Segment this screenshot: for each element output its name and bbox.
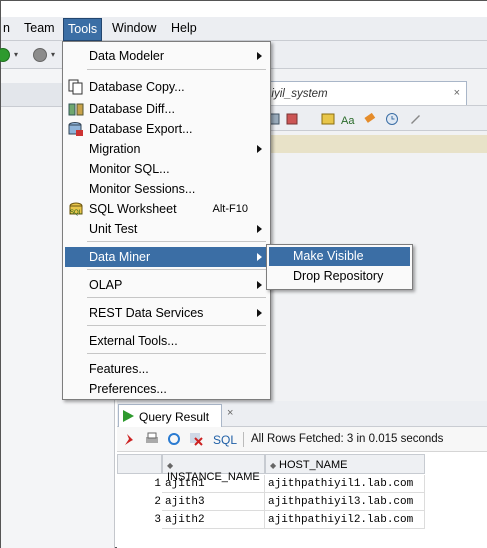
menu-team[interactable]: Team [24, 21, 55, 35]
cell-instance-name[interactable]: ajith3 [162, 493, 265, 511]
close-tab-icon[interactable]: × [454, 87, 460, 99]
database-copy-icon [68, 79, 83, 95]
row-number: 3 [154, 514, 161, 526]
sort-icon: ◆ [167, 461, 174, 470]
query-result-tab-label: Query Result [139, 410, 210, 424]
menu-help[interactable]: Help [171, 21, 197, 35]
table-row[interactable]: 1 ajith1 ajithpathiyil1.lab.com [117, 475, 427, 493]
menu-item-rest-data-services[interactable]: REST Data Services [65, 303, 268, 323]
submenu-arrow-icon [257, 253, 262, 261]
result-tabbar: Query Result × [117, 401, 487, 427]
eraser-icon[interactable] [363, 112, 377, 126]
sql-link[interactable]: SQL [213, 433, 237, 447]
cell-instance-name[interactable]: ajith2 [162, 511, 265, 529]
menu-item-database-copy[interactable]: Database Copy... [65, 77, 268, 97]
print-icon[interactable] [145, 432, 159, 446]
cell-host-name[interactable]: ajithpathiyil1.lab.com [265, 475, 425, 493]
menu-item-database-export[interactable]: Database Export... [65, 119, 268, 139]
pin-icon[interactable] [123, 432, 137, 446]
menu-item-data-miner[interactable]: Data Miner [65, 247, 268, 267]
menu-window[interactable]: Window [112, 21, 156, 35]
dropdown-arrow-icon[interactable]: ▾ [51, 50, 55, 59]
menu-item-data-modeler[interactable]: Data Modeler [65, 46, 268, 66]
run-icon[interactable] [0, 48, 10, 62]
column-header-host-name[interactable]: ◆ HOST_NAME [265, 454, 425, 474]
sql-worksheet-icon: SQL [69, 202, 83, 216]
menu-run-partial[interactable]: n [3, 21, 10, 35]
table-row[interactable]: 2 ajith3 ajithpathiyil3.lab.com [117, 493, 427, 511]
menu-item-migration[interactable]: Migration [65, 139, 268, 159]
row-number: 2 [154, 496, 161, 508]
window-top-strip [1, 1, 487, 17]
cancel-query-icon[interactable] [189, 432, 203, 446]
data-miner-submenu: Make Visible Drop Repository [266, 244, 413, 290]
fetch-status: All Rows Fetched: 3 in 0.015 seconds [251, 433, 444, 445]
play-icon [123, 410, 134, 422]
menu-separator [87, 69, 266, 70]
database-export-icon [68, 122, 83, 136]
query-result-tab[interactable]: Query Result [118, 404, 222, 427]
menu-item-monitor-sessions[interactable]: Monitor Sessions... [65, 179, 268, 199]
submenu-item-drop-repository[interactable]: Drop Repository [269, 267, 410, 286]
submenu-arrow-icon [257, 309, 262, 317]
menu-item-preferences[interactable]: Preferences... [65, 379, 268, 399]
sort-icon: ◆ [270, 461, 277, 470]
to-upper-icon[interactable]: Aa [341, 112, 355, 126]
table-row[interactable]: 3 ajith2 ajithpathiyil2.lab.com [117, 511, 427, 529]
menu-separator [87, 241, 266, 242]
menu-item-unit-test[interactable]: Unit Test [65, 219, 268, 239]
column-header-instance-name[interactable]: ◆INSTANCE_NAME [162, 454, 265, 483]
shortcut-label: Alt-F10 [212, 203, 248, 215]
submenu-arrow-icon [257, 225, 262, 233]
close-result-icon[interactable]: × [227, 407, 233, 419]
row-number-header [117, 454, 162, 474]
worksheet-tab[interactable]: hiyil_system × [262, 81, 467, 105]
menu-item-features[interactable]: Features... [65, 359, 268, 379]
menu-item-external-tools[interactable]: External Tools... [65, 331, 268, 351]
dropdown-arrow-icon[interactable]: ▾ [14, 50, 18, 59]
wrench-icon[interactable] [408, 112, 422, 126]
submenu-item-make-visible[interactable]: Make Visible [269, 247, 410, 266]
row-number: 1 [154, 478, 161, 490]
menu-item-olap[interactable]: OLAP [65, 275, 268, 295]
svg-text:Aa: Aa [341, 115, 355, 126]
menu-bar: n Team Tools Window Help [1, 17, 487, 41]
submenu-arrow-icon [257, 281, 262, 289]
menu-separator [87, 353, 266, 354]
worksheet-tab-label: hiyil_system [265, 88, 328, 100]
cell-host-name[interactable]: ajithpathiyil3.lab.com [265, 493, 425, 511]
menu-separator [87, 297, 266, 298]
menu-separator [87, 325, 266, 326]
refresh-icon[interactable] [167, 432, 181, 446]
menu-separator [87, 269, 266, 270]
query-result-panel: Query Result × SQL All Rows Fetched: 3 i… [117, 401, 487, 548]
result-toolbar: SQL All Rows Fetched: 3 in 0.015 seconds [117, 427, 487, 452]
database-diff-icon [68, 103, 84, 116]
toolbar-divider [243, 432, 244, 447]
cell-instance-name[interactable]: ajith1 [162, 475, 265, 493]
cell-host-name[interactable]: ajithpathiyil2.lab.com [265, 511, 425, 529]
menu-item-monitor-sql[interactable]: Monitor SQL... [65, 159, 268, 179]
menu-tools[interactable]: Tools [63, 18, 103, 41]
submenu-arrow-icon [257, 52, 262, 60]
menu-item-sql-worksheet[interactable]: SQL SQL Worksheet Alt-F10 [65, 199, 268, 219]
submenu-arrow-icon [257, 145, 262, 153]
sql-tuning-icon[interactable] [321, 112, 335, 126]
svg-text:SQL: SQL [70, 210, 83, 216]
history-icon[interactable] [385, 112, 399, 126]
navigate-icon[interactable] [33, 48, 47, 62]
menu-item-database-diff[interactable]: Database Diff... [65, 99, 268, 119]
tools-menu: Data Modeler Database Copy... Database D… [62, 41, 271, 400]
rollback-icon[interactable] [285, 112, 299, 126]
